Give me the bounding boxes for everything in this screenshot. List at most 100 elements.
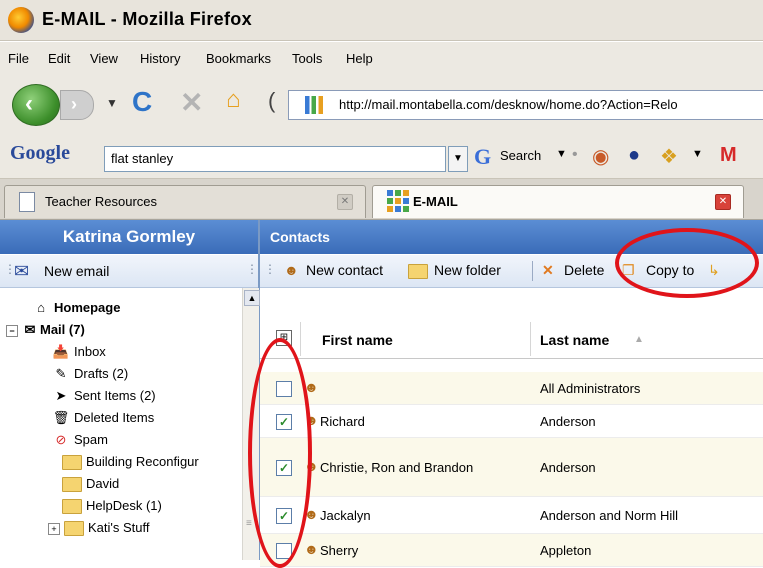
column-last-name[interactable]: Last name <box>540 332 609 348</box>
address-bar[interactable]: http://mail.montabella.com/desknow/home.… <box>288 90 763 120</box>
sort-ascending-icon: ▲ <box>634 334 644 345</box>
tree-item-folder[interactable]: + Kati's Stuff <box>48 520 150 537</box>
user-name-header: Katrina Gormley <box>0 220 258 254</box>
page-icon <box>19 192 35 212</box>
first-name-cell: Sherry <box>320 543 359 558</box>
toolbar-grip-icon: ⋮ <box>264 262 276 276</box>
news-icon[interactable]: ◉ <box>592 144 609 169</box>
reload-icon[interactable]: C <box>132 86 152 118</box>
last-name-cell: Anderson <box>540 460 596 475</box>
last-name-cell: All Administrators <box>540 381 641 396</box>
tree-item-drafts[interactable]: ✎ Drafts (2) <box>50 366 129 382</box>
table-row[interactable]: ✓ ☻ Jackalyn Anderson and Norm Hill <box>260 497 763 534</box>
tree-item-folder[interactable]: Building Reconfigur <box>62 454 199 471</box>
drafts-icon: ✎ <box>55 366 67 381</box>
pagerank-icon[interactable]: ● <box>628 144 640 167</box>
urlbar-bracket-icon: ( <box>268 88 276 113</box>
new-folder-icon <box>408 262 428 279</box>
tab-teacher-resources[interactable]: Teacher Resources ✕ <box>4 185 366 218</box>
site-favicon-icon <box>305 96 323 114</box>
new-folder-button[interactable]: New folder <box>434 262 501 278</box>
history-dropdown-icon[interactable]: ▼ <box>106 96 118 110</box>
table-row[interactable]: ☻ Sherry Appleton <box>260 534 763 567</box>
gmail-icon[interactable]: M <box>720 144 737 167</box>
folder-icon <box>62 499 82 515</box>
google-search-icon[interactable]: G <box>474 144 491 170</box>
scroll-up-icon[interactable]: ▲ <box>244 290 260 306</box>
window-title: E-MAIL - Mozilla Firefox <box>42 9 252 29</box>
search-dropdown-icon[interactable]: ▼ <box>556 148 567 160</box>
tree-item-spam[interactable]: ⊘ Spam <box>50 432 108 448</box>
stop-icon[interactable]: ✕ <box>180 86 203 119</box>
sidebar: Katrina Gormley ⋮ ✉ New email ⋮ ⌂ Homepag… <box>0 220 260 560</box>
menu-help[interactable]: Help <box>346 51 373 66</box>
search-history-dropdown[interactable]: ▼ <box>448 146 468 172</box>
tab-label: Teacher Resources <box>45 194 157 209</box>
trash-icon: 🗑 <box>52 410 70 425</box>
contact-icon: ☻ <box>304 541 319 557</box>
tab-bar: Teacher Resources ✕ E-MAIL ✕ <box>0 179 763 220</box>
google-logo: Google <box>10 142 70 164</box>
forward-button[interactable]: › <box>60 90 94 120</box>
first-name-cell: Jackalyn <box>320 508 371 523</box>
search-button[interactable]: Search <box>500 148 541 163</box>
compose-email-icon[interactable]: ✉ <box>14 261 29 282</box>
tab-label: E-MAIL <box>413 194 458 209</box>
menu-file[interactable]: File <box>8 51 29 66</box>
folder-icon <box>62 455 82 471</box>
new-contact-icon: ☻ <box>284 262 299 278</box>
table-row[interactable]: ✓ ☻ Richard Anderson <box>260 405 763 438</box>
annotation-oval-copy-to <box>615 228 759 298</box>
google-toolbar: Google flat stanley ▼ G Search ▼ • ◉ ● ❖… <box>0 134 763 179</box>
folder-tree: ⌂ Homepage − ✉ Mail (7) 📥 Inbox ✎ Drafts (2) … <box>0 288 240 560</box>
window-titlebar: E-MAIL - Mozilla Firefox <box>0 0 763 41</box>
tree-item-homepage[interactable]: ⌂ Homepage <box>30 300 120 315</box>
contacts-grid-header: ⊞ First name Last name ▲ <box>260 320 763 359</box>
sent-icon: ➤ <box>55 388 67 403</box>
new-contact-button[interactable]: New contact <box>306 262 383 278</box>
new-email-button[interactable]: New email <box>44 263 109 279</box>
tree-item-folder[interactable]: HelpDesk (1) <box>62 498 162 515</box>
scroll-thumb-grip-icon[interactable]: ≡ <box>246 518 252 529</box>
menu-edit[interactable]: Edit <box>48 51 70 66</box>
column-divider <box>530 322 531 356</box>
table-row[interactable]: ✓ ☻ Christie, Ron and Brandon Anderson <box>260 438 763 497</box>
back-arrow-icon: ‹ <box>25 90 33 117</box>
menu-history[interactable]: History <box>140 51 180 66</box>
first-name-cell: Richard <box>320 414 365 429</box>
tree-item-inbox[interactable]: 📥 Inbox <box>50 344 106 360</box>
expand-icon[interactable]: + <box>48 522 60 535</box>
column-first-name[interactable]: First name <box>322 332 393 348</box>
toolbar-dropdown-icon[interactable]: ▼ <box>692 148 703 160</box>
new-email-toolbar: ⋮ ✉ New email ⋮ <box>0 255 258 288</box>
folder-icon <box>64 521 84 537</box>
tree-item-mail[interactable]: − ✉ Mail (7) <box>6 322 85 338</box>
search-input[interactable]: flat stanley <box>104 146 446 172</box>
tree-item-sent[interactable]: ➤ Sent Items (2) <box>50 388 156 404</box>
home-icon: ⌂ <box>37 300 45 315</box>
delete-button[interactable]: Delete <box>564 262 604 278</box>
last-name-cell: Appleton <box>540 543 592 558</box>
folder-icon <box>62 477 82 493</box>
navigation-toolbar: ‹ › ▼ C ✕ ⌂ ( http://mail.montabella.com… <box>0 74 763 135</box>
delete-icon: ✕ <box>542 262 554 278</box>
tab-close-icon[interactable]: ✕ <box>715 194 731 210</box>
menu-bookmarks[interactable]: Bookmarks <box>206 51 271 66</box>
firefox-logo-icon <box>8 7 34 33</box>
back-button[interactable]: ‹ <box>12 84 60 126</box>
table-row[interactable]: ☻ All Administrators <box>260 372 763 405</box>
tab-close-icon[interactable]: ✕ <box>337 194 353 210</box>
puzzle-icon[interactable]: ❖ <box>660 144 678 169</box>
toolbar-grip-icon: ⋮ <box>246 262 258 276</box>
address-bar-url: http://mail.montabella.com/desknow/home.… <box>339 97 678 112</box>
tree-item-deleted[interactable]: 🗑 Deleted Items <box>50 410 154 426</box>
home-icon[interactable]: ⌂ <box>226 86 241 114</box>
menu-tools[interactable]: Tools <box>292 51 322 66</box>
collapse-icon[interactable]: − <box>6 324 18 337</box>
tree-item-folder[interactable]: David <box>62 476 119 493</box>
first-name-cell: Christie, Ron and Brandon <box>320 460 474 475</box>
last-name-cell: Anderson and Norm Hill <box>540 508 679 523</box>
inbox-icon: 📥 <box>52 344 70 359</box>
menu-view[interactable]: View <box>90 51 118 66</box>
tab-email[interactable]: E-MAIL ✕ <box>372 185 744 218</box>
